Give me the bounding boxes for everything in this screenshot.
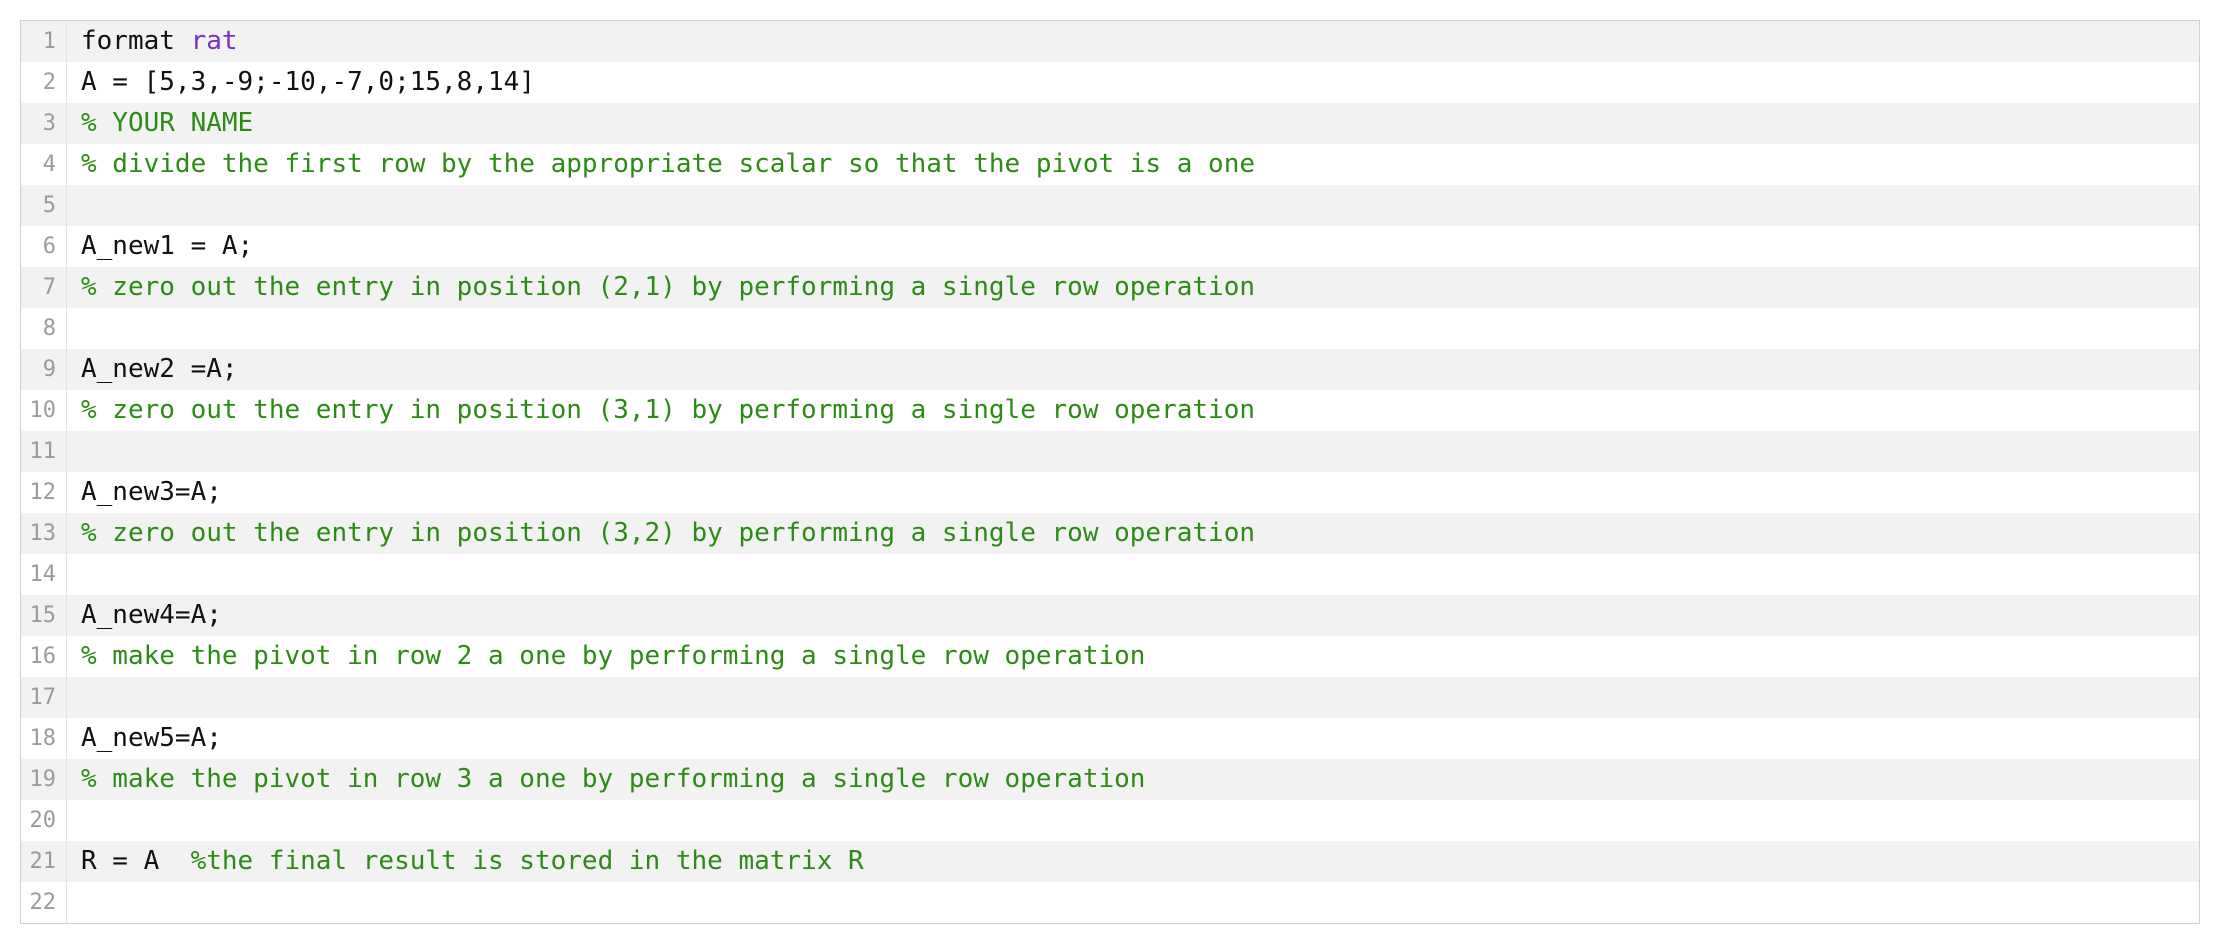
code-content[interactable]: % zero out the entry in position (3,2) b… (67, 513, 2199, 554)
code-content[interactable]: A = [5,3,-9;-10,-7,0;15,8,14] (67, 62, 2199, 103)
token-comment: % zero out the entry in position (3,2) b… (81, 518, 1255, 548)
code-content[interactable] (67, 308, 2199, 349)
code-line[interactable]: 3 % YOUR NAME (21, 103, 2199, 144)
code-content[interactable]: % make the pivot in row 3 a one by perfo… (67, 759, 2199, 800)
code-content[interactable]: A_new5=A; (67, 718, 2199, 759)
line-number: 12 (21, 472, 67, 513)
code-line[interactable]: 4 % divide the first row by the appropria… (21, 144, 2199, 185)
line-number: 8 (21, 308, 67, 349)
code-content[interactable]: A_new4=A; (67, 595, 2199, 636)
code-line[interactable]: 8 (21, 308, 2199, 349)
token-plain: A = [5,3,-9;-10,-7,0;15,8,14] (81, 67, 535, 97)
code-line[interactable]: 15 A_new4=A; (21, 595, 2199, 636)
token-fn: rat (191, 26, 238, 56)
token-comment: % make the pivot in row 2 a one by perfo… (81, 641, 1145, 671)
code-line[interactable]: 2 A = [5,3,-9;-10,-7,0;15,8,14] (21, 62, 2199, 103)
token-plain: R = A (81, 846, 191, 876)
code-content[interactable] (67, 185, 2199, 226)
code-line[interactable]: 12 A_new3=A; (21, 472, 2199, 513)
line-number: 17 (21, 677, 67, 718)
token-plain: A_new3=A; (81, 477, 222, 507)
line-number: 4 (21, 144, 67, 185)
code-line[interactable]: 16 % make the pivot in row 2 a one by per… (21, 636, 2199, 677)
code-line[interactable]: 5 (21, 185, 2199, 226)
code-content[interactable]: R = A %the final result is stored in the… (67, 841, 2199, 882)
line-number: 18 (21, 718, 67, 759)
code-content[interactable] (67, 677, 2199, 718)
code-line[interactable]: 1format rat (21, 21, 2199, 62)
line-number: 19 (21, 759, 67, 800)
token-comment: % zero out the entry in position (3,1) b… (81, 395, 1255, 425)
line-number: 5 (21, 185, 67, 226)
line-number: 3 (21, 103, 67, 144)
token-plain: A_new4=A; (81, 600, 222, 630)
code-line[interactable]: 13 % zero out the entry in position (3,2)… (21, 513, 2199, 554)
token-comment: % make the pivot in row 3 a one by perfo… (81, 764, 1145, 794)
token-comment: % YOUR NAME (81, 108, 253, 138)
line-number: 13 (21, 513, 67, 554)
code-line[interactable]: 6 A_new1 = A; (21, 226, 2199, 267)
line-number: 1 (21, 21, 67, 62)
code-content[interactable]: % zero out the entry in position (3,1) b… (67, 390, 2199, 431)
code-line[interactable]: 7 % zero out the entry in position (2,1) … (21, 267, 2199, 308)
token-plain: A_new1 = A; (81, 231, 253, 261)
token-plain: A_new2 =A; (81, 354, 238, 384)
code-content[interactable]: format rat (67, 21, 2199, 62)
code-content[interactable] (67, 882, 2199, 923)
code-line[interactable]: 11 (21, 431, 2199, 472)
code-line[interactable]: 14 (21, 554, 2199, 595)
code-line[interactable]: 10 % zero out the entry in position (3,1)… (21, 390, 2199, 431)
token-kw: format (81, 26, 191, 56)
code-content[interactable] (67, 554, 2199, 595)
code-line[interactable]: 9 A_new2 =A; (21, 349, 2199, 390)
code-content[interactable]: A_new1 = A; (67, 226, 2199, 267)
line-number: 11 (21, 431, 67, 472)
code-content[interactable]: A_new3=A; (67, 472, 2199, 513)
line-number: 10 (21, 390, 67, 431)
code-content[interactable]: % divide the first row by the appropriat… (67, 144, 2199, 185)
code-content[interactable]: % make the pivot in row 2 a one by perfo… (67, 636, 2199, 677)
code-editor[interactable]: 1format rat2A = [5,3,-9;-10,-7,0;15,8,14… (20, 20, 2200, 924)
code-content[interactable] (67, 800, 2199, 841)
line-number: 21 (21, 841, 67, 882)
token-comment: % divide the first row by the appropriat… (81, 149, 1255, 179)
code-content[interactable]: % YOUR NAME (67, 103, 2199, 144)
code-line[interactable]: 17 (21, 677, 2199, 718)
line-number: 16 (21, 636, 67, 677)
token-plain: A_new5=A; (81, 723, 222, 753)
code-content[interactable]: % zero out the entry in position (2,1) b… (67, 267, 2199, 308)
line-number: 14 (21, 554, 67, 595)
line-number: 7 (21, 267, 67, 308)
token-comment: % zero out the entry in position (2,1) b… (81, 272, 1255, 302)
code-line[interactable]: 19 % make the pivot in row 3 a one by per… (21, 759, 2199, 800)
line-number: 9 (21, 349, 67, 390)
line-number: 22 (21, 882, 67, 923)
code-line[interactable]: 20 (21, 800, 2199, 841)
token-comment: %the final result is stored in the matri… (191, 846, 864, 876)
code-line[interactable]: 21R = A %the final result is stored in t… (21, 841, 2199, 882)
code-line[interactable]: 18 A_new5=A; (21, 718, 2199, 759)
line-number: 2 (21, 62, 67, 103)
line-number: 15 (21, 595, 67, 636)
line-number: 20 (21, 800, 67, 841)
code-content[interactable]: A_new2 =A; (67, 349, 2199, 390)
code-line[interactable]: 22 (21, 882, 2199, 923)
line-number: 6 (21, 226, 67, 267)
code-content[interactable] (67, 431, 2199, 472)
